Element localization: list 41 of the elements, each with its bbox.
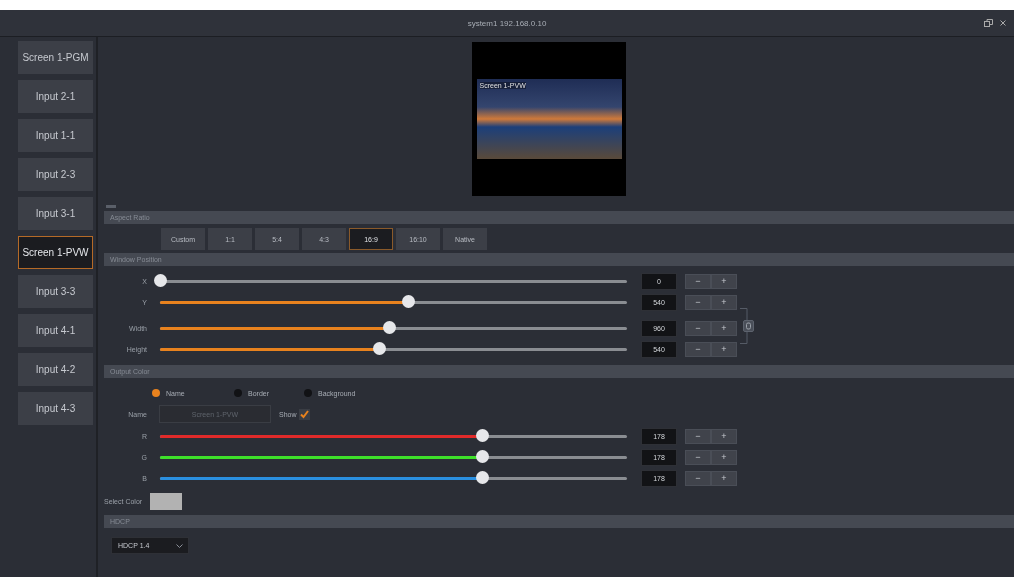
source-button[interactable]: Input 3-3 — [18, 275, 93, 308]
radio-button[interactable] — [234, 389, 242, 397]
decrement-button[interactable]: − — [685, 294, 711, 310]
show-checkbox[interactable] — [298, 408, 310, 420]
increment-button[interactable]: + — [711, 450, 737, 465]
decrement-button[interactable]: − — [685, 341, 711, 357]
caret-icon — [176, 543, 183, 548]
slider-thumb[interactable] — [476, 450, 490, 463]
source-button[interactable]: Screen 1-PGM — [18, 41, 93, 74]
decrement-button[interactable]: − — [685, 273, 711, 289]
increment-button[interactable]: + — [711, 471, 737, 486]
source-button[interactable]: Input 1-1 — [18, 119, 93, 152]
source-button[interactable]: Input 4-3 — [18, 392, 93, 425]
slider-thumb[interactable] — [476, 429, 490, 442]
decrement-button[interactable]: − — [685, 450, 711, 465]
increment-button[interactable]: + — [711, 320, 737, 336]
slider-thumb[interactable] — [382, 320, 396, 334]
decrement-button[interactable]: − — [685, 320, 711, 336]
source-button[interactable]: Input 4-1 — [18, 314, 93, 347]
restore-icon[interactable] — [984, 19, 993, 27]
decrement-button[interactable]: − — [685, 429, 711, 444]
source-button[interactable]: Screen 1-PVW — [18, 236, 93, 269]
source-button[interactable]: Input 4-2 — [18, 353, 93, 386]
source-button[interactable]: Input 2-1 — [18, 80, 93, 113]
radio-button[interactable] — [304, 389, 312, 397]
slider-thumb[interactable] — [476, 471, 490, 484]
decrement-button[interactable]: − — [685, 471, 711, 486]
splitter-handle[interactable] — [106, 204, 116, 208]
increment-button[interactable]: + — [711, 294, 737, 310]
close-icon[interactable] — [1000, 20, 1006, 26]
slider-thumb[interactable] — [401, 294, 415, 308]
slider-thumb[interactable] — [154, 273, 167, 287]
slider-thumb[interactable] — [373, 341, 387, 355]
source-button[interactable]: Input 2-3 — [18, 158, 93, 191]
radio-button[interactable] — [152, 389, 160, 397]
increment-button[interactable]: + — [711, 273, 737, 289]
increment-button[interactable]: + — [711, 341, 737, 357]
window-title: system1 192.168.0.10 — [467, 18, 547, 28]
source-button[interactable]: Input 3-1 — [18, 197, 93, 230]
color-swatch[interactable] — [150, 493, 183, 510]
increment-button[interactable]: + — [711, 429, 737, 444]
